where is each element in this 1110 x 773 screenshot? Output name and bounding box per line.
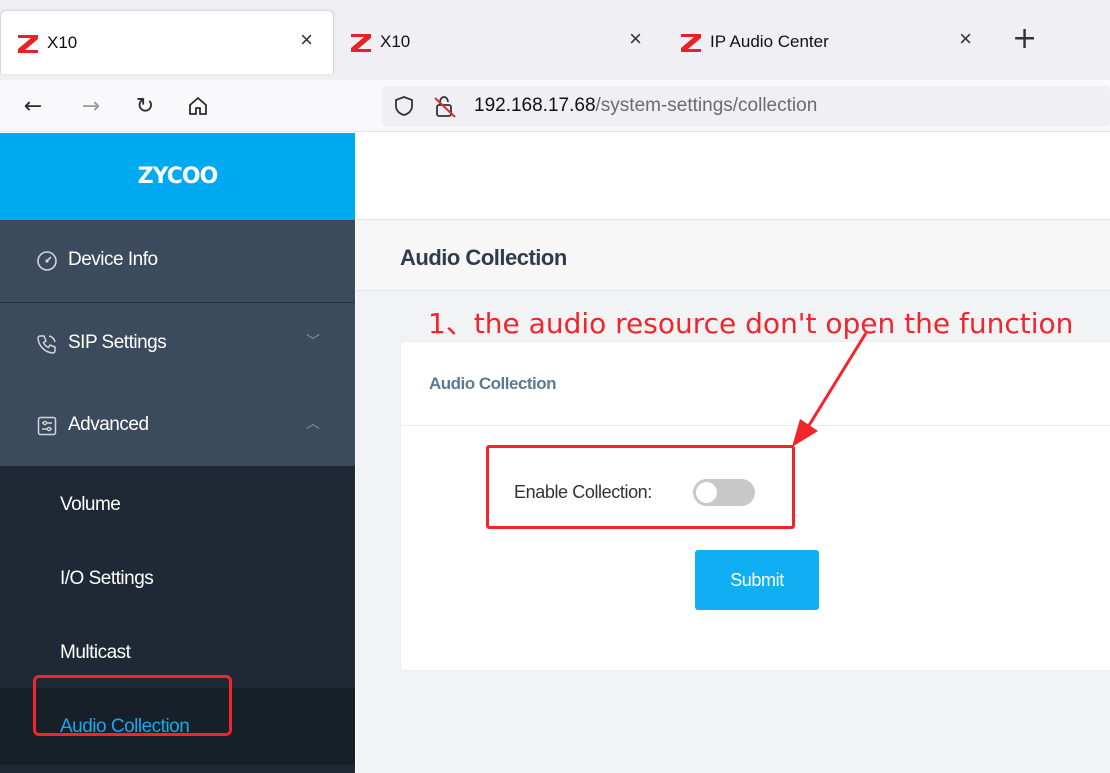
top-header [356, 133, 1110, 220]
home-icon[interactable] [183, 91, 213, 121]
browser-tab-2[interactable]: X10 × [334, 10, 662, 74]
new-tab-button[interactable]: + [1012, 24, 1037, 54]
url-path: /system-settings/collection [595, 95, 818, 116]
insecure-lock-icon[interactable] [432, 95, 458, 119]
chevron-down-icon[interactable]: ﹀ [306, 331, 320, 351]
tab-title: X10 [380, 32, 411, 51]
sidebar-item-sip-settings[interactable]: SIP Settings ﹀ [0, 303, 355, 385]
brand-logo: ZYCOO [137, 164, 219, 189]
url-text[interactable]: 192.168.17.68/system-settings/collection [474, 95, 817, 117]
sidebar-subitem-multicast[interactable]: Multicast [60, 642, 131, 664]
back-arrow-icon[interactable]: ← [18, 91, 48, 121]
chevron-up-icon[interactable]: ︿ [306, 413, 320, 433]
submit-button[interactable]: Submit [695, 550, 819, 610]
sidebar-item-device-info[interactable]: Device Info [0, 220, 355, 302]
sidebar-item-advanced[interactable]: Advanced ︿ [0, 385, 355, 467]
settings-panel-icon [37, 416, 57, 436]
browser-tab-1[interactable]: X10 × [0, 10, 334, 74]
sidebar-subitem-io-settings[interactable]: I/O Settings [60, 568, 154, 590]
annotation-arrow-icon [792, 332, 868, 447]
shield-icon[interactable] [394, 95, 414, 117]
tab-close-icon[interactable]: × [959, 28, 972, 50]
address-bar[interactable]: 192.168.17.68/system-settings/collection [382, 86, 1110, 126]
card-header: Audio Collection [401, 342, 1110, 426]
sidebar-item-label: Device Info [68, 249, 158, 270]
sidebar-item-label: SIP Settings [68, 332, 167, 353]
tab-title: IP Audio Center [710, 32, 829, 51]
browser-tab-3[interactable]: IP Audio Center × [664, 10, 992, 74]
forward-arrow-icon[interactable]: → [76, 91, 106, 121]
highlight-box-toggle [486, 445, 795, 529]
page-header: Audio Collection [356, 221, 1110, 291]
phone-icon [37, 335, 56, 354]
url-host: 192.168.17.68 [474, 95, 596, 116]
zycoo-favicon-icon [18, 34, 38, 53]
zycoo-favicon-icon [351, 34, 371, 52]
tab-close-icon[interactable]: × [300, 29, 313, 51]
card-title: Audio Collection [429, 374, 557, 393]
sidebar-subitem-volume[interactable]: Volume [60, 494, 121, 516]
brand-header[interactable]: ZYCOO [0, 133, 355, 220]
browser-nav-bar: ← → ↻ 192.168.17.68/system-settings/coll… [0, 80, 1110, 132]
browser-tab-bar: X10 × X10 × IP Audio Center × + [0, 0, 1110, 80]
tab-close-icon[interactable]: × [629, 28, 642, 50]
reload-icon[interactable]: ↻ [130, 91, 160, 121]
page-title: Audio Collection [400, 245, 567, 270]
annotation-text: 1、the audio resource don't open the func… [428, 307, 1074, 340]
sidebar-item-label: Advanced [68, 414, 149, 435]
gauge-icon [37, 251, 57, 271]
highlight-box-sidebar [33, 675, 232, 736]
zycoo-favicon-icon [681, 34, 701, 52]
tab-title: X10 [47, 32, 78, 52]
